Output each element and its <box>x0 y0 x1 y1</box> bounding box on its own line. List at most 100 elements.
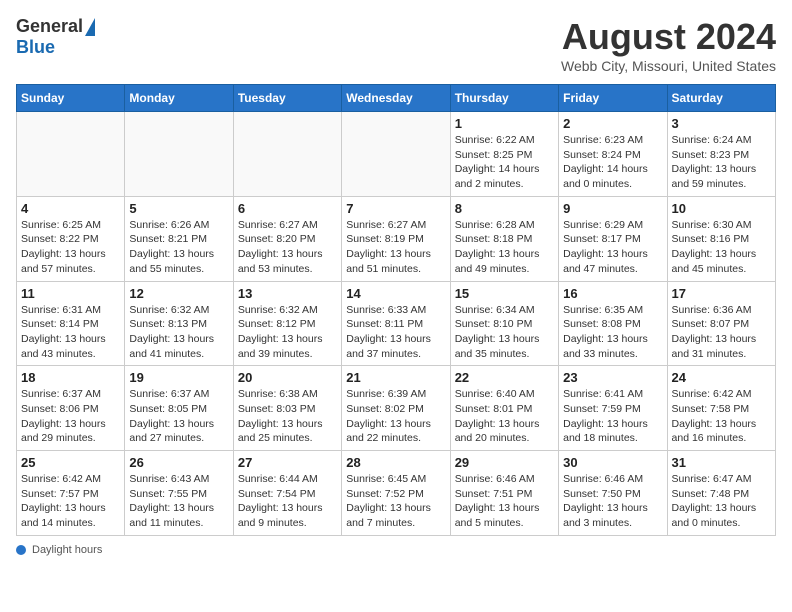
cell-day-number: 5 <box>129 201 228 216</box>
cell-day-number: 27 <box>238 455 337 470</box>
calendar-week-row: 25 Sunrise: 6:42 AM Sunset: 7:57 PM Dayli… <box>17 451 776 536</box>
calendar-cell: 14 Sunrise: 6:33 AM Sunset: 8:11 PM Dayli… <box>342 281 450 366</box>
main-title: August 2024 <box>561 16 776 58</box>
subtitle: Webb City, Missouri, United States <box>561 58 776 74</box>
cell-day-number: 16 <box>563 286 662 301</box>
calendar-cell: 16 Sunrise: 6:35 AM Sunset: 8:08 PM Dayli… <box>559 281 667 366</box>
calendar-cell: 11 Sunrise: 6:31 AM Sunset: 8:14 PM Dayli… <box>17 281 125 366</box>
cell-info-text: Sunrise: 6:25 AM Sunset: 8:22 PM Dayligh… <box>21 218 120 277</box>
calendar-cell <box>342 112 450 197</box>
cell-day-number: 19 <box>129 370 228 385</box>
calendar-table: SundayMondayTuesdayWednesdayThursdayFrid… <box>16 84 776 536</box>
calendar-body: 1Sunrise: 6:22 AM Sunset: 8:25 PM Daylig… <box>17 112 776 536</box>
cell-info-text: Sunrise: 6:41 AM Sunset: 7:59 PM Dayligh… <box>563 387 662 446</box>
logo-triangle-icon <box>85 18 95 36</box>
calendar-cell: 30Sunrise: 6:46 AM Sunset: 7:50 PM Dayli… <box>559 451 667 536</box>
header: General Blue August 2024 Webb City, Miss… <box>16 16 776 74</box>
cell-info-text: Sunrise: 6:30 AM Sunset: 8:16 PM Dayligh… <box>672 218 771 277</box>
cell-day-number: 31 <box>672 455 771 470</box>
calendar-week-row: 18 Sunrise: 6:37 AM Sunset: 8:06 PM Dayli… <box>17 366 776 451</box>
cell-info-text: Sunrise: 6:31 AM Sunset: 8:14 PM Dayligh… <box>21 303 120 362</box>
footer-dot-icon <box>16 545 26 555</box>
calendar-cell: 17Sunrise: 6:36 AM Sunset: 8:07 PM Dayli… <box>667 281 775 366</box>
cell-info-text: Sunrise: 6:33 AM Sunset: 8:11 PM Dayligh… <box>346 303 445 362</box>
calendar-cell: 23 Sunrise: 6:41 AM Sunset: 7:59 PM Dayli… <box>559 366 667 451</box>
cell-info-text: Sunrise: 6:27 AM Sunset: 8:20 PM Dayligh… <box>238 218 337 277</box>
calendar-cell: 9Sunrise: 6:29 AM Sunset: 8:17 PM Daylig… <box>559 196 667 281</box>
day-of-week-header: Saturday <box>667 85 775 112</box>
cell-day-number: 18 <box>21 370 120 385</box>
cell-day-number: 26 <box>129 455 228 470</box>
cell-info-text: Sunrise: 6:34 AM Sunset: 8:10 PM Dayligh… <box>455 303 554 362</box>
cell-info-text: Sunrise: 6:44 AM Sunset: 7:54 PM Dayligh… <box>238 472 337 531</box>
cell-info-text: Sunrise: 6:47 AM Sunset: 7:48 PM Dayligh… <box>672 472 771 531</box>
day-of-week-header: Wednesday <box>342 85 450 112</box>
logo: General Blue <box>16 16 95 58</box>
calendar-cell <box>233 112 341 197</box>
days-of-week-row: SundayMondayTuesdayWednesdayThursdayFrid… <box>17 85 776 112</box>
calendar-week-row: 4 Sunrise: 6:25 AM Sunset: 8:22 PM Daylig… <box>17 196 776 281</box>
cell-day-number: 1 <box>455 116 554 131</box>
calendar-cell: 6Sunrise: 6:27 AM Sunset: 8:20 PM Daylig… <box>233 196 341 281</box>
cell-info-text: Sunrise: 6:38 AM Sunset: 8:03 PM Dayligh… <box>238 387 337 446</box>
logo-blue-text: Blue <box>16 37 55 58</box>
cell-info-text: Sunrise: 6:42 AM Sunset: 7:58 PM Dayligh… <box>672 387 771 446</box>
calendar-cell: 31 Sunrise: 6:47 AM Sunset: 7:48 PM Dayli… <box>667 451 775 536</box>
day-of-week-header: Tuesday <box>233 85 341 112</box>
calendar-cell: 8 Sunrise: 6:28 AM Sunset: 8:18 PM Daylig… <box>450 196 558 281</box>
calendar-cell: 29 Sunrise: 6:46 AM Sunset: 7:51 PM Dayli… <box>450 451 558 536</box>
cell-day-number: 4 <box>21 201 120 216</box>
calendar-cell: 2Sunrise: 6:23 AM Sunset: 8:24 PM Daylig… <box>559 112 667 197</box>
day-of-week-header: Thursday <box>450 85 558 112</box>
cell-day-number: 3 <box>672 116 771 131</box>
cell-day-number: 28 <box>346 455 445 470</box>
calendar-cell: 12Sunrise: 6:32 AM Sunset: 8:13 PM Dayli… <box>125 281 233 366</box>
cell-info-text: Sunrise: 6:29 AM Sunset: 8:17 PM Dayligh… <box>563 218 662 277</box>
calendar-cell: 20 Sunrise: 6:38 AM Sunset: 8:03 PM Dayli… <box>233 366 341 451</box>
cell-info-text: Sunrise: 6:35 AM Sunset: 8:08 PM Dayligh… <box>563 303 662 362</box>
calendar-cell: 4 Sunrise: 6:25 AM Sunset: 8:22 PM Daylig… <box>17 196 125 281</box>
daylight-label: Daylight hours <box>32 544 102 556</box>
calendar-cell: 3 Sunrise: 6:24 AM Sunset: 8:23 PM Daylig… <box>667 112 775 197</box>
cell-day-number: 22 <box>455 370 554 385</box>
day-of-week-header: Friday <box>559 85 667 112</box>
cell-info-text: Sunrise: 6:37 AM Sunset: 8:05 PM Dayligh… <box>129 387 228 446</box>
calendar-cell: 21Sunrise: 6:39 AM Sunset: 8:02 PM Dayli… <box>342 366 450 451</box>
day-of-week-header: Sunday <box>17 85 125 112</box>
cell-day-number: 29 <box>455 455 554 470</box>
cell-info-text: Sunrise: 6:24 AM Sunset: 8:23 PM Dayligh… <box>672 133 771 192</box>
calendar-cell <box>125 112 233 197</box>
cell-info-text: Sunrise: 6:28 AM Sunset: 8:18 PM Dayligh… <box>455 218 554 277</box>
cell-day-number: 10 <box>672 201 771 216</box>
cell-day-number: 8 <box>455 201 554 216</box>
calendar-cell: 5 Sunrise: 6:26 AM Sunset: 8:21 PM Daylig… <box>125 196 233 281</box>
calendar-cell: 18 Sunrise: 6:37 AM Sunset: 8:06 PM Dayli… <box>17 366 125 451</box>
calendar-week-row: 1Sunrise: 6:22 AM Sunset: 8:25 PM Daylig… <box>17 112 776 197</box>
footer: Daylight hours <box>16 544 776 556</box>
footer-item: Daylight hours <box>16 544 776 556</box>
calendar-cell: 25 Sunrise: 6:42 AM Sunset: 7:57 PM Dayli… <box>17 451 125 536</box>
calendar-cell: 19 Sunrise: 6:37 AM Sunset: 8:05 PM Dayli… <box>125 366 233 451</box>
cell-day-number: 20 <box>238 370 337 385</box>
calendar-cell: 1Sunrise: 6:22 AM Sunset: 8:25 PM Daylig… <box>450 112 558 197</box>
calendar-cell: 22Sunrise: 6:40 AM Sunset: 8:01 PM Dayli… <box>450 366 558 451</box>
cell-info-text: Sunrise: 6:45 AM Sunset: 7:52 PM Dayligh… <box>346 472 445 531</box>
cell-day-number: 24 <box>672 370 771 385</box>
cell-day-number: 25 <box>21 455 120 470</box>
cell-day-number: 15 <box>455 286 554 301</box>
cell-day-number: 23 <box>563 370 662 385</box>
calendar-week-row: 11 Sunrise: 6:31 AM Sunset: 8:14 PM Dayli… <box>17 281 776 366</box>
cell-day-number: 14 <box>346 286 445 301</box>
cell-info-text: Sunrise: 6:37 AM Sunset: 8:06 PM Dayligh… <box>21 387 120 446</box>
cell-info-text: Sunrise: 6:46 AM Sunset: 7:51 PM Dayligh… <box>455 472 554 531</box>
cell-info-text: Sunrise: 6:42 AM Sunset: 7:57 PM Dayligh… <box>21 472 120 531</box>
cell-info-text: Sunrise: 6:32 AM Sunset: 8:13 PM Dayligh… <box>129 303 228 362</box>
cell-info-text: Sunrise: 6:36 AM Sunset: 8:07 PM Dayligh… <box>672 303 771 362</box>
cell-info-text: Sunrise: 6:43 AM Sunset: 7:55 PM Dayligh… <box>129 472 228 531</box>
cell-info-text: Sunrise: 6:39 AM Sunset: 8:02 PM Dayligh… <box>346 387 445 446</box>
cell-info-text: Sunrise: 6:26 AM Sunset: 8:21 PM Dayligh… <box>129 218 228 277</box>
calendar-cell: 7Sunrise: 6:27 AM Sunset: 8:19 PM Daylig… <box>342 196 450 281</box>
cell-day-number: 2 <box>563 116 662 131</box>
calendar-cell: 26 Sunrise: 6:43 AM Sunset: 7:55 PM Dayli… <box>125 451 233 536</box>
cell-day-number: 11 <box>21 286 120 301</box>
